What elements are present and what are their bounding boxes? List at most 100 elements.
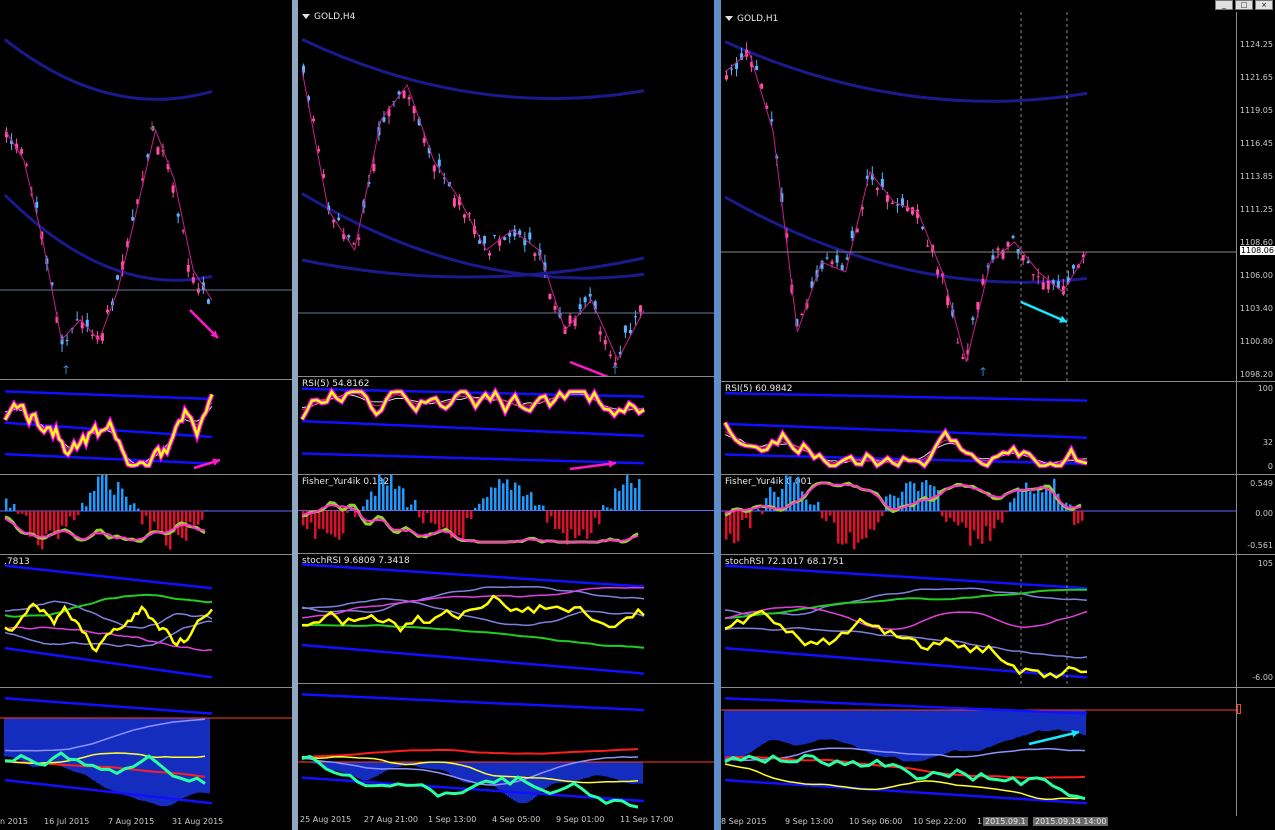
minimize-button[interactable]: _: [1215, 0, 1233, 10]
fisher-histogram-bar: [205, 510, 208, 511]
price-pane[interactable]: GOLD,H1 ↑ 1124.25 1121.65 1119.05 1116.45 11…: [721, 12, 1275, 382]
fisher-histogram-bar: [21, 511, 24, 514]
fisher-chart: [721, 475, 1237, 550]
candle-body: [583, 297, 587, 303]
candle-body: [432, 165, 436, 172]
price-pane[interactable]: GOLD,H4 ↑: [298, 10, 716, 377]
chart-window-gold-h4[interactable]: GOLD,H4 ↑ RSI(5) 54.8162 Fisher_Yur4ik 0…: [298, 0, 716, 830]
fisher-histogram-bar: [737, 511, 740, 542]
fisher-histogram-bar: [829, 511, 832, 516]
fisher-histogram-bar: [510, 489, 513, 511]
stoch-lower-band: [724, 646, 1088, 679]
fisher-histogram-bar: [498, 479, 501, 511]
window-titlebar[interactable]: _ □ ×: [721, 0, 1275, 10]
oscillator-upper-band: [301, 693, 645, 712]
fisher-histogram-bar: [1001, 511, 1004, 523]
fisher-histogram-bar: [9, 507, 12, 511]
price-level-label: 1124.25: [1239, 40, 1273, 49]
fisher-histogram-bar: [506, 479, 509, 511]
price-level-label: 1116.45: [1239, 139, 1273, 148]
price-level-label: 1106.00: [1239, 271, 1273, 280]
fisher-histogram-bar: [598, 510, 601, 525]
price-chart[interactable]: ↑: [721, 12, 1237, 382]
fisher-histogram-bar: [741, 511, 744, 521]
chart-window-left[interactable]: ↑ ↓ .7813 n 2015 16 Jul 2015 7 Aug 2015 3…: [0, 0, 295, 830]
fisher-histogram-bar: [402, 488, 405, 511]
oscillator-pane[interactable]: [298, 684, 716, 814]
fisher-histogram-bar: [113, 494, 116, 511]
candle-body: [1026, 261, 1030, 263]
price-chart[interactable]: ↑: [298, 10, 716, 377]
restore-button[interactable]: □: [1235, 0, 1253, 10]
fisher-histogram-bar: [418, 510, 421, 518]
time-label: 9 Sep 13:00: [785, 817, 834, 826]
price-chart[interactable]: ↑↓: [0, 10, 295, 380]
fisher-histogram-bar: [749, 511, 752, 529]
rsi-pane[interactable]: RSI(5) 60.9842 100 32 0: [721, 382, 1275, 475]
candle-body: [462, 214, 466, 218]
candle-body: [725, 75, 728, 80]
fisher-histogram-bar: [841, 511, 844, 545]
fisher-histogram-bar: [398, 486, 401, 511]
fisher-histogram-bar: [85, 506, 88, 511]
fisher-histogram-bar: [574, 510, 577, 539]
fisher-histogram-bar: [973, 511, 976, 531]
fisher-histogram-bar: [382, 478, 385, 511]
fisher-histogram-bar: [1013, 498, 1016, 511]
candle-body: [25, 164, 29, 166]
fisher-histogram-bar: [594, 510, 597, 518]
fisher-histogram-bar: [414, 499, 417, 511]
candle-body: [1006, 241, 1010, 247]
rsi-pane[interactable]: RSI(5) 54.8162: [298, 377, 716, 475]
fisher-histogram-bar: [25, 511, 28, 516]
fisher-histogram-bar: [69, 511, 72, 517]
fisher-pane[interactable]: Fisher_Yur4ik 0.132: [298, 475, 716, 554]
zigzag-line: [301, 69, 645, 362]
time-label: 10 Sep 06:00: [849, 817, 903, 826]
price-pane[interactable]: ↑ ↓: [0, 10, 295, 380]
chart-window-gold-h1[interactable]: _ □ × GOLD,H1 ↑ 1124.25 1121.65 1119.05 111…: [721, 0, 1275, 830]
time-label: 11 Sep 17:00: [620, 815, 674, 824]
fisher-histogram-bar: [33, 511, 36, 536]
fisher-histogram-bar: [89, 492, 92, 511]
oscillator-axis: [1236, 688, 1275, 816]
stoch-pane[interactable]: .7813: [0, 555, 295, 688]
fisher-histogram-bar: [49, 511, 52, 531]
fisher-histogram-bar: [638, 479, 641, 511]
fisher-histogram-bar: [462, 510, 465, 541]
fisher-histogram-bar: [386, 485, 389, 511]
window-separator[interactable]: [714, 0, 721, 830]
fisher-histogram-bar: [65, 511, 68, 527]
fisher-histogram-bar: [73, 511, 76, 521]
fisher-histogram-bar: [161, 511, 164, 534]
fisher-pane[interactable]: [0, 475, 295, 555]
candle-body: [528, 232, 532, 240]
fisher-histogram-bar: [765, 498, 768, 511]
oscillator-pane[interactable]: [0, 688, 295, 816]
fisher-pane[interactable]: Fisher_Yur4ik 0.001 0.549 0.00 -0.561: [721, 475, 1275, 555]
fisher-histogram-bar: [322, 510, 325, 530]
oscillator-ma-line: [302, 748, 639, 758]
stoch-lower-band: [4, 646, 213, 679]
fisher-histogram-bar: [1005, 511, 1008, 513]
fisher-histogram-bar: [514, 482, 517, 511]
fisher-histogram-bar: [861, 511, 864, 540]
trend-arrow: [1020, 300, 1068, 324]
fisher-histogram-bar: [881, 511, 884, 517]
moving-average-line: [4, 38, 213, 101]
candle-body: [437, 159, 441, 167]
price-axis: 1124.25 1121.65 1119.05 1116.45 1113.85 1111.…: [1236, 12, 1275, 381]
fisher-histogram-bar: [1037, 489, 1040, 511]
oscillator-pane[interactable]: [721, 688, 1275, 816]
fisher-histogram-bar: [817, 501, 820, 511]
time-label-highlight: 2015.09.1: [983, 817, 1028, 826]
stoch-pane[interactable]: stochRSI 72.1017 68.1751 105 -6.00: [721, 555, 1275, 688]
candle-body: [493, 234, 497, 236]
fisher-histogram-bar: [522, 496, 525, 511]
close-button[interactable]: ×: [1255, 0, 1273, 10]
time-axis: 8 Sep 2015 9 Sep 13:00 10 Sep 06:00 10 S…: [721, 816, 1275, 830]
stoch-pane[interactable]: stochRSI 9.6809 7.3418: [298, 554, 716, 684]
candle-body: [533, 253, 537, 257]
rsi-pane[interactable]: [0, 380, 295, 475]
fisher-axis: 0.549 0.00 -0.561: [1236, 475, 1275, 554]
